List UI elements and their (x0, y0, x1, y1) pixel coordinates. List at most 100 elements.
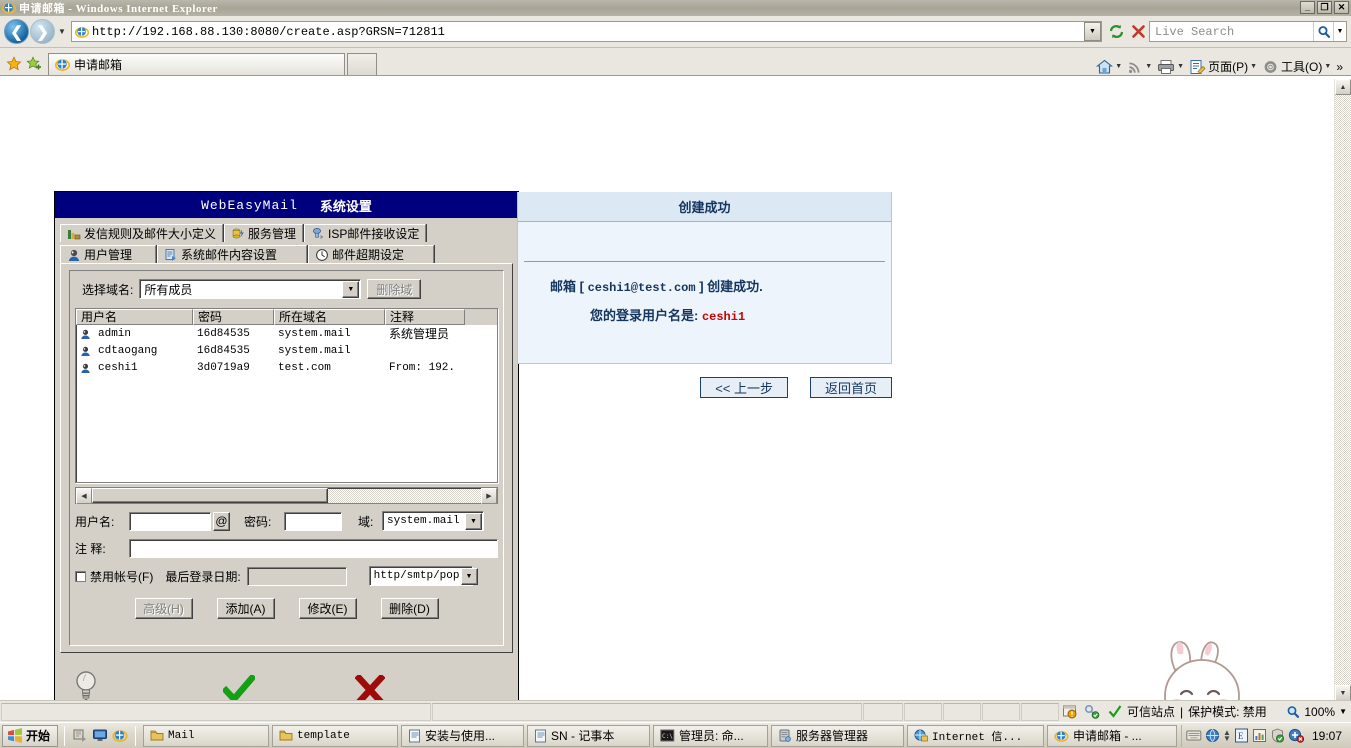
domain-select[interactable]: 所有成员 ▼ (139, 279, 362, 299)
lightbulb-icon[interactable] (73, 669, 99, 700)
scroll-left-button[interactable]: ◀ (76, 487, 92, 504)
feeds-button[interactable]: ▼ (1125, 59, 1154, 75)
tools-menu-label[interactable]: 工具(O) (1281, 58, 1322, 75)
advanced-button[interactable]: 高级(H) (134, 598, 193, 619)
page-menu-button[interactable]: 页面(P) ▼ (1187, 58, 1259, 75)
taskbar-item-install-guide[interactable]: 安装与使用... (401, 724, 525, 747)
favorites-star-icon[interactable] (4, 53, 24, 75)
print-caret-icon[interactable]: ▼ (1177, 63, 1184, 70)
protocol-select[interactable]: http/smtp/pop ▼ (368, 566, 478, 586)
print-button[interactable]: ▼ (1155, 59, 1186, 75)
search-provider-dropdown-icon[interactable]: ▼ (1333, 22, 1346, 41)
return-home-button[interactable]: 返回首页 (809, 377, 892, 398)
monitor-icon[interactable] (92, 728, 108, 743)
command-overflow-button[interactable]: » (1334, 60, 1345, 74)
delete-button[interactable]: 删除(D) (380, 598, 439, 619)
add-favorite-icon[interactable] (24, 53, 44, 75)
column-header-note[interactable]: 注释 (385, 309, 465, 325)
restore-button[interactable]: ❐ (1317, 1, 1332, 14)
window-buttons[interactable]: _ ❐ ✕ (1300, 1, 1349, 14)
disable-account-checkbox[interactable] (75, 570, 86, 582)
editor-tray-icon[interactable]: E (1234, 728, 1249, 743)
tools-menu-button[interactable]: 工具(O) ▼ (1260, 58, 1333, 75)
add-button[interactable]: 添加(A) (216, 598, 275, 619)
feeds-caret-icon[interactable]: ▼ (1145, 63, 1152, 70)
address-input[interactable]: http://192.168.88.130:8080/create.asp?GR… (71, 21, 1102, 42)
column-header-username[interactable]: 用户名 (76, 309, 193, 325)
username-input[interactable] (129, 511, 211, 531)
chevron-down-icon[interactable]: ▼ (460, 567, 478, 585)
refresh-button[interactable] (1105, 21, 1127, 43)
back-button[interactable]: ❮ (4, 19, 29, 44)
green-check-icon[interactable] (223, 675, 255, 700)
taskbar-item-template[interactable]: template (272, 724, 399, 747)
taskbar-item-server-manager[interactable]: 服务器管理器 (771, 724, 905, 747)
tab-isp-receive[interactable]: ISP邮件接收设定 (304, 224, 427, 242)
shield-ok-tray-icon[interactable] (1270, 728, 1285, 743)
chevron-down-icon[interactable]: ▼ (342, 280, 360, 298)
scroll-up-button[interactable]: ▲ (1335, 79, 1351, 95)
chart-tray-icon[interactable] (1252, 728, 1267, 743)
last-login-input[interactable] (246, 566, 347, 586)
scroll-right-button[interactable]: ▶ (481, 487, 497, 504)
search-icon[interactable] (1313, 22, 1333, 41)
at-symbol-button[interactable]: @ (213, 511, 230, 531)
delete-domain-button[interactable]: 删除域 (367, 279, 422, 299)
tools-caret-icon[interactable]: ▼ (1324, 63, 1331, 70)
previous-step-button[interactable]: << 上一步 (700, 377, 788, 398)
taskbar-clock[interactable]: 19:07 (1307, 729, 1347, 743)
home-button[interactable]: ▼ (1094, 59, 1124, 75)
start-button[interactable]: 开始 (2, 724, 59, 747)
page-vertical-scrollbar[interactable]: ▲ ▼ (1334, 79, 1351, 700)
tab-mail-expiry[interactable]: 邮件超期设定 (308, 245, 434, 263)
recent-pages-dropdown-icon[interactable]: ▼ (56, 27, 68, 36)
update-error-tray-icon[interactable] (1288, 728, 1304, 743)
zoom-caret-icon[interactable]: ▼ (1339, 707, 1347, 716)
tab-system-mail-content[interactable]: 系统邮件内容设置 (157, 245, 307, 263)
table-row[interactable]: ceshi1 3d0719a9 test.com From: 192. (76, 359, 497, 376)
column-header-domain[interactable]: 所在域名 (274, 309, 385, 325)
minimize-button[interactable]: _ (1300, 1, 1315, 14)
zoom-control[interactable]: 100% ▼ (1286, 705, 1351, 719)
user-list[interactable]: 用户名 密码 所在域名 注释 admin 16d84535 system.mai… (75, 308, 498, 483)
tab-user-management[interactable]: 用户管理 (60, 245, 156, 263)
search-box[interactable]: Live Search ▼ (1149, 21, 1347, 42)
taskbar-item-active-ie[interactable]: 申请邮箱 - ... (1047, 724, 1178, 747)
search-input[interactable]: Live Search (1150, 25, 1313, 39)
close-button[interactable]: ✕ (1334, 1, 1349, 14)
user-list-hscrollbar[interactable]: ◀ ▶ (75, 487, 498, 504)
domain-field-select[interactable]: system.mail ▼ (382, 511, 484, 531)
home-caret-icon[interactable]: ▼ (1115, 63, 1122, 70)
forward-button[interactable]: ❯ (30, 19, 55, 44)
taskbar-item-sn-notepad[interactable]: SN - 记事本 (527, 724, 651, 747)
scroll-down-button[interactable]: ▼ (1335, 685, 1351, 700)
show-desktop-icon[interactable] (72, 728, 88, 743)
keyboard-layout-icon[interactable] (1186, 729, 1202, 742)
page-menu-label[interactable]: 页面(P) (1208, 58, 1248, 75)
page-caret-icon[interactable]: ▼ (1250, 63, 1257, 70)
isp-icon (311, 227, 325, 241)
note-input[interactable] (129, 539, 498, 558)
taskbar-item-mail[interactable]: Mail (143, 724, 270, 747)
taskbar-item-iis[interactable]: Internet 信... (907, 724, 1045, 747)
browser-tab[interactable]: 申请邮箱 (48, 53, 345, 75)
new-tab-button[interactable] (347, 53, 377, 75)
column-header-password[interactable]: 密码 (193, 309, 274, 325)
chevron-down-icon[interactable]: ▼ (465, 512, 482, 530)
tab-service-management[interactable]: 服务管理 (224, 224, 304, 242)
tab-send-rules[interactable]: 发信规则及邮件大小定义 (60, 224, 224, 242)
table-row[interactable]: admin 16d84535 system.mail 系统管理员 (76, 325, 497, 342)
address-dropdown-icon[interactable]: ▼ (1084, 22, 1101, 41)
edit-button[interactable]: 修改(E) (298, 598, 357, 619)
tray-expand-icon[interactable]: ▲ ▼ (1223, 728, 1231, 742)
ie-icon[interactable] (112, 728, 128, 743)
table-row[interactable]: cdtaogang 16d84535 system.mail (76, 342, 497, 359)
stop-button[interactable] (1127, 21, 1149, 43)
password-input[interactable] (284, 511, 342, 531)
hscroll-thumb[interactable] (92, 488, 328, 503)
popup-blocker-icon[interactable] (1059, 701, 1081, 723)
taskbar-item-admin-console[interactable]: C:\ 管理员: 命... (653, 724, 769, 747)
red-cross-icon[interactable] (355, 675, 385, 700)
security-key-icon[interactable] (1081, 701, 1103, 723)
network-globe-icon[interactable] (1205, 728, 1220, 743)
